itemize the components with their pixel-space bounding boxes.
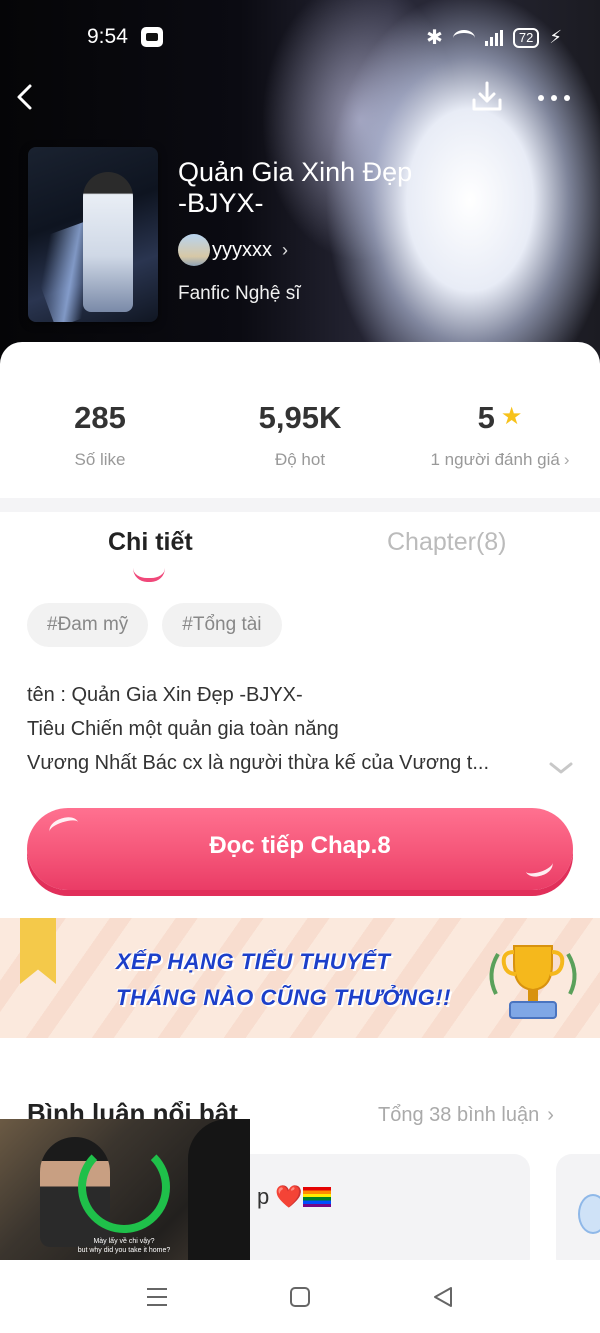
download-icon[interactable] <box>470 80 504 114</box>
book-cover-image <box>28 147 158 322</box>
chevron-right-icon: › <box>282 239 288 260</box>
stats-row: 285 Số like 5,95K Độ hot 5 ★ 1 người đánh… <box>0 342 600 498</box>
loading-spinner-icon <box>78 1141 170 1233</box>
active-tab-indicator <box>133 568 165 582</box>
trophy-icon <box>489 945 577 1019</box>
author-link[interactable]: yyyxxx › <box>178 234 288 266</box>
signal-icon <box>484 29 503 46</box>
battery-icon: 72 <box>512 27 540 48</box>
commenter-avatar <box>578 1194 600 1234</box>
tag-tong-tai[interactable]: #Tổng tài <box>162 603 282 647</box>
chevron-down-icon[interactable] <box>548 760 574 776</box>
tag-dam-my[interactable]: #Đam mỹ <box>27 603 149 647</box>
bluetooth-icon: ✱ <box>426 27 443 49</box>
notification-app-icon <box>141 27 163 47</box>
home-icon[interactable] <box>287 1284 313 1310</box>
rating-stat[interactable]: 5 ★ 1 người đánh giá › <box>420 400 580 470</box>
tab-chapter[interactable]: Chapter(8) <box>387 528 507 557</box>
wifi-icon <box>452 29 475 46</box>
more-options-icon[interactable] <box>536 86 572 110</box>
tab-detail[interactable]: Chi tiết <box>108 528 193 557</box>
menu-icon[interactable] <box>144 1284 170 1310</box>
author-avatar <box>178 234 210 266</box>
book-description: tên : Quản Gia Xin Đẹp -BJYX- Tiêu Chiến… <box>27 684 490 774</box>
system-navigation-bar <box>0 1260 600 1333</box>
back-arrow-icon[interactable] <box>12 82 42 112</box>
author-name: yyyxxx <box>212 238 272 261</box>
likes-stat: 285 Số like <box>74 400 126 469</box>
star-icon: ★ <box>500 403 523 430</box>
status-bar: 9:54 ✱ 72 ⚡ <box>0 0 600 72</box>
charging-icon: ⚡ <box>549 27 562 47</box>
section-divider <box>0 498 600 512</box>
hot-stat: 5,95K Độ hot <box>258 400 342 469</box>
video-subtitle: Mày lấy về chi vậy? but why did you take… <box>77 1238 171 1254</box>
book-title: Quản Gia Xinh Đẹp -BJYX- <box>178 157 413 218</box>
banner-text: XẾP HẠNG TIỂU THUYẾT THÁNG NÀO CŨNG THƯỞ… <box>116 949 451 1010</box>
continue-reading-button[interactable]: Đọc tiếp Chap.8 <box>27 808 573 890</box>
chevron-right-icon: › <box>547 1104 554 1126</box>
pride-flag-icon <box>302 1187 331 1207</box>
ribbon-icon <box>20 918 56 984</box>
tag-list: #Đam mỹ #Tổng tài <box>27 603 282 647</box>
back-icon[interactable] <box>430 1284 456 1310</box>
picture-in-picture-video[interactable]: Mày lấy về chi vậy? but why did you take… <box>0 1119 250 1260</box>
comment-text: p ❤️ <box>257 1184 331 1210</box>
tab-bar: Chi tiết Chapter(8) <box>0 512 600 592</box>
chevron-right-icon: › <box>563 450 570 469</box>
comments-total-link[interactable]: Tổng 38 bình luận › <box>378 1104 554 1127</box>
status-time: 9:54 <box>87 25 128 48</box>
ranking-banner[interactable]: XẾP HẠNG TIỂU THUYẾT THÁNG NÀO CŨNG THƯỞ… <box>0 918 600 1038</box>
status-indicators: ✱ 72 ⚡ <box>426 25 562 50</box>
hero-header: 9:54 ✱ 72 ⚡ Quản Gia Xinh Đẹp -BJYX- yyy… <box>0 0 600 372</box>
book-genre: Fanfic Nghệ sĩ <box>178 283 301 304</box>
